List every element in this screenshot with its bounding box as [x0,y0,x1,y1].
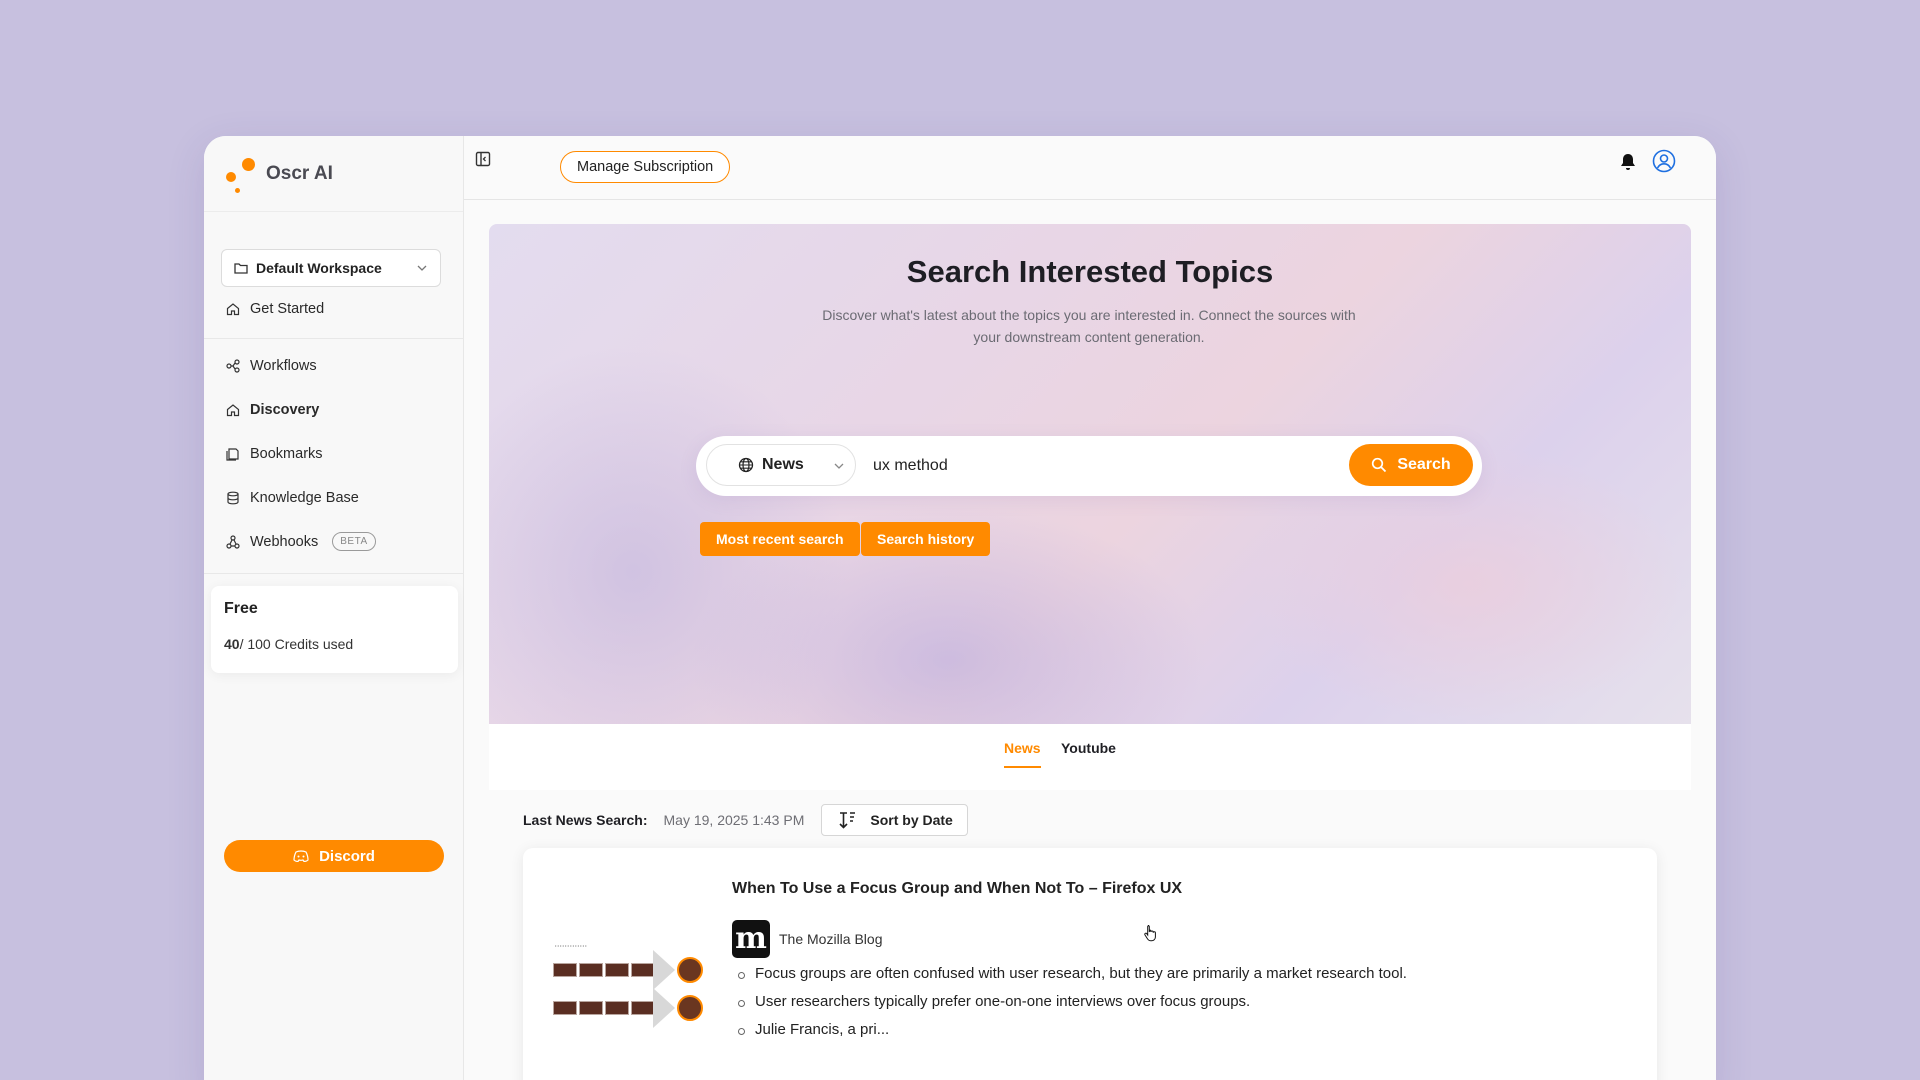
webhook-icon [226,534,240,549]
article-thumbnail: • • • • • • • • • • • • • [549,943,705,1043]
nav-label: Webhooks [250,533,319,550]
page-subtitle: Discover what's latest about the topics … [822,307,1356,345]
divider [204,338,464,339]
article-source: m The Mozilla Blog [732,920,883,958]
sidebar-toggle-icon[interactable] [475,151,491,167]
nav-label: Bookmarks [250,446,323,462]
home-icon [226,404,240,417]
chevron-down-icon [834,463,844,469]
divider [204,573,464,574]
search-button[interactable]: Search [1349,444,1473,486]
source-select-value: News [762,456,804,473]
last-search-label: Last News Search: [523,812,648,828]
folder-icon [234,263,248,274]
globe-icon [738,457,754,473]
news-result-card[interactable]: • • • • • • • • • • • • • When To Use a … [523,848,1657,1080]
workspace-select[interactable]: Default Workspace [221,249,441,287]
mozilla-logo-icon: m [732,920,770,958]
credits-total: / 100 Credits used [239,636,354,652]
discord-button[interactable]: Discord [224,840,444,872]
search-button-label: Search [1397,456,1451,473]
most-recent-search-button[interactable]: Most recent search [700,522,860,556]
sidebar-item-bookmarks[interactable]: Bookmarks [226,446,323,462]
sidebar-item-knowledge-base[interactable]: Knowledge Base [226,490,359,506]
workflow-icon [226,359,240,373]
user-avatar-icon[interactable] [1652,149,1676,173]
credits-used: 40 [224,636,240,652]
article-title[interactable]: When To Use a Focus Group and When Not T… [732,880,1182,898]
nav-label: Discovery [250,402,320,418]
source-name: The Mozilla Blog [779,931,883,947]
beta-badge: BETA [332,532,376,551]
page-title: Search Interested Topics [906,254,1274,289]
app-window: Oscr AI Default Workspace Get Started Wo… [204,136,1716,1080]
bell-icon[interactable] [1619,152,1637,172]
topbar: Manage Subscription [464,136,1716,200]
result-tabs: News Youtube [489,724,1691,790]
sidebar-item-discovery[interactable]: Discovery [226,402,319,418]
source-select[interactable]: News [706,444,856,486]
discord-icon [293,850,309,862]
app-name: Oscr AI [266,162,333,184]
plan-name: Free [224,600,258,617]
sort-label: Sort by Date [870,812,953,828]
nav-label: Knowledge Base [250,490,359,506]
sidebar-item-webhooks[interactable]: Webhooks BETA [226,532,376,551]
nav-label: Get Started [250,301,325,317]
search-input[interactable] [873,452,1333,480]
search-hero: Search Interested Topics Discover what's… [489,224,1691,724]
sort-icon [839,812,856,829]
bookmark-icon [226,448,239,461]
search-history-button[interactable]: Search history [861,522,991,556]
search-bar: News Search [696,436,1482,496]
database-icon [227,491,239,505]
hand-cursor-icon [1144,925,1156,942]
nav-get-started[interactable]: Get Started [226,301,324,317]
chevron-down-icon [417,265,427,271]
summary-bullet: Julie Francis, a pri... [738,1021,1407,1049]
discord-label: Discord [319,847,375,865]
workspace-name: Default Workspace [256,260,382,276]
summary-bullet: User researchers typically prefer one-on… [738,993,1407,1021]
article-summary: Focus groups are often confused with use… [738,965,1407,1049]
credits-usage: 40/ 100 Credits used [224,636,445,652]
thumbnail-caption: • • • • • • • • • • • • • [555,943,587,948]
plan-card: Free 40/ 100 Credits used [211,586,458,673]
summary-bullet: Focus groups are often confused with use… [738,965,1407,993]
search-icon [1372,457,1387,473]
home-icon [226,303,240,316]
last-search-row: Last News Search: May 19, 2025 1:43 PM S… [523,804,968,836]
nav-label: Workflows [250,358,317,374]
main-content: Search Interested Topics Discover what's… [464,200,1716,1080]
last-search-date: May 19, 2025 1:43 PM [663,812,805,828]
sort-by-date-button[interactable]: Sort by Date [821,804,968,836]
oscr-logo-icon [222,154,256,194]
manage-subscription-button[interactable]: Manage Subscription [560,151,731,183]
tab-youtube[interactable]: Youtube [1061,740,1116,766]
sidebar: Oscr AI Default Workspace Get Started Wo… [204,136,464,1080]
tab-news[interactable]: News [1004,740,1041,768]
sidebar-item-workflows[interactable]: Workflows [226,358,317,374]
brand[interactable]: Oscr AI [204,136,463,212]
